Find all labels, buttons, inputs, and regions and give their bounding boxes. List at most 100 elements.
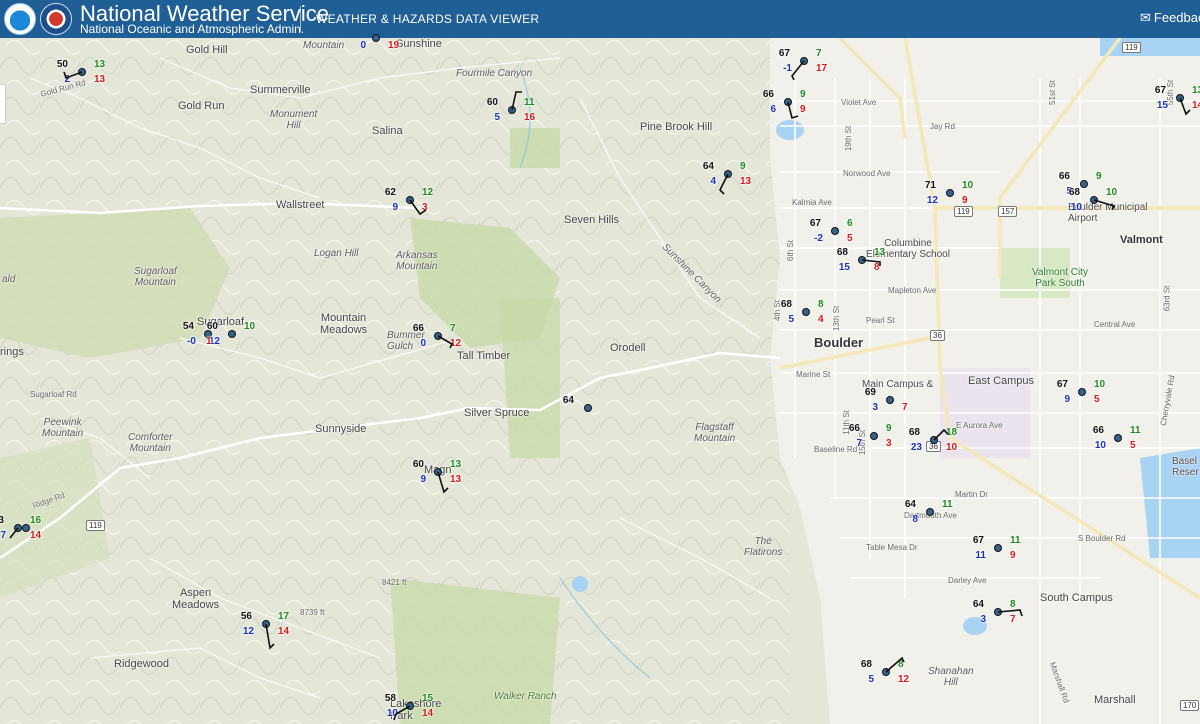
station-wind-speed: 17 <box>816 63 828 74</box>
station-dewpoint: 0 <box>360 40 366 51</box>
station-dewpoint: 5 <box>868 674 874 685</box>
feedback-label: Feedbac <box>1153 10 1200 25</box>
station-dewpoint: 23 <box>910 442 922 453</box>
road-19th-st: 19th St <box>844 125 854 152</box>
nws-logo[interactable] <box>40 3 72 35</box>
route-shield-119: 119 <box>1122 42 1141 53</box>
station-temperature: 68 <box>780 299 792 310</box>
station-temperature: 69 <box>864 387 876 398</box>
road-norwood-ave: Norwood Ave <box>843 169 891 178</box>
station-dewpoint: 6 <box>770 104 776 115</box>
app-subtitle: National Oceanic and Atmospheric Admin. <box>80 22 305 36</box>
station-dewpoint: 10 <box>386 708 398 719</box>
road-51st-st: 51st St <box>1047 80 1057 105</box>
place-silver-spruce: Silver Spruce <box>464 407 530 419</box>
station-wind-speed: 13 <box>740 176 752 187</box>
map-canvas[interactable]: Gold Hill Gold Run Summerville Monument … <box>0 34 1200 724</box>
station-dewpoint: 8 <box>912 514 918 525</box>
place-mountain-meadows: Mountain Meadows <box>320 312 368 336</box>
station-wind-speed: 14 <box>1192 100 1200 111</box>
station-temperature: 66 <box>1058 171 1070 182</box>
station-dot <box>406 196 414 204</box>
station-gust: 8 <box>818 299 824 310</box>
station-gust: 10 <box>244 321 256 332</box>
road-6th-st: 6th St <box>785 240 795 261</box>
station-wind-speed: 9 <box>800 104 806 115</box>
station-dot <box>1176 94 1184 102</box>
station-dot <box>724 170 732 178</box>
viewer-name: WEATHER & HAZARDS DATA VIEWER <box>316 12 540 26</box>
station-temperature: 64 <box>972 599 984 610</box>
road-e-aurora-ave: E Aurora Ave <box>956 421 1003 430</box>
road-sugarloaf-rd: Sugarloaf Rd <box>30 390 77 399</box>
station-gust: 10 <box>1106 187 1118 198</box>
place-east-campus: East Campus <box>968 375 1035 387</box>
station-dot <box>372 34 380 42</box>
station-gust: 9 <box>740 161 746 172</box>
place-sugarloaf: Sugarloaf <box>197 316 245 328</box>
station-dewpoint: 3 <box>872 402 878 413</box>
place-gold-hill: Gold Hill <box>186 44 228 56</box>
station-dewpoint: 7 <box>0 530 6 541</box>
station-wind-speed: 19 <box>388 40 400 51</box>
station-wind-speed: 7 <box>1010 614 1016 625</box>
place-flagstaff-mountain: Flagstaff Mountain <box>694 422 736 444</box>
road-marine-st: Marine St <box>796 370 831 379</box>
place-marshall: Marshall <box>1094 694 1136 706</box>
station-temperature: 67 <box>778 48 790 59</box>
place-salina: Salina <box>372 125 403 137</box>
station-wind-speed: 12 <box>898 674 910 685</box>
place-peewink-mountain: Peewink Mountain <box>42 417 84 439</box>
station-wind-speed: 3 <box>886 438 892 449</box>
road-63rd-st: 63rd St <box>1162 285 1172 312</box>
station-dot <box>508 106 516 114</box>
station-gust: 10 <box>1094 379 1106 390</box>
station-dot <box>994 544 1002 552</box>
station-dewpoint: 0 <box>420 338 426 349</box>
road-s-boulder-rd: S Boulder Rd <box>1078 534 1126 543</box>
route-shield-157: 157 <box>998 206 1018 217</box>
station-temperature: 50 <box>56 59 68 70</box>
place-valmont-city-park: Valmont City Park South <box>1032 267 1088 289</box>
station-dewpoint: 10 <box>1094 440 1106 451</box>
station-gust: 18 <box>946 427 958 438</box>
station-dot <box>406 702 414 710</box>
station-gust: 12 <box>422 187 434 198</box>
station-wind-speed: 8 <box>874 262 880 273</box>
station-dot <box>14 524 22 532</box>
station-dewpoint: 11 <box>975 550 986 561</box>
station-dewpoint: 15 <box>838 262 850 273</box>
place-gold-run: Gold Run <box>178 100 225 112</box>
station-wind-speed: 3 <box>422 202 428 213</box>
station-gust: 13 <box>94 59 106 70</box>
place-sugarloaf-mountain: Sugarloaf Mountain <box>134 266 177 288</box>
station-dot <box>886 396 894 404</box>
station-temperature: 60 <box>486 97 498 108</box>
station-dot <box>228 330 236 338</box>
feedback-link[interactable]: ✉ Feedbac <box>1140 10 1200 26</box>
station-dewpoint: 5 <box>494 112 500 123</box>
station-temperature: 56 <box>240 611 252 622</box>
road-baseline-rd: Baseline Rd <box>814 445 858 454</box>
station-dot <box>882 668 890 676</box>
station-gust: 9 <box>886 423 892 434</box>
station-gust: 11 <box>524 97 535 108</box>
station-wind-speed: 10 <box>946 442 958 453</box>
station-dot <box>784 98 792 106</box>
station-dot <box>1114 434 1122 442</box>
station-wind-speed: 5 <box>1130 440 1136 451</box>
station-gust: 8 <box>898 659 904 670</box>
station-wind-speed: 14 <box>278 626 290 637</box>
station-dewpoint: 9 <box>1064 394 1070 405</box>
map-panel-toggle[interactable] <box>0 84 6 124</box>
station-dewpoint: 2 <box>64 74 70 85</box>
noaa-logo[interactable] <box>4 3 36 35</box>
station-wind-speed: 4 <box>818 314 824 325</box>
station-temperature: 67 <box>1154 85 1166 96</box>
route-shield-36: 36 <box>930 330 945 341</box>
station-temperature: 66 <box>762 89 774 100</box>
station-dot <box>1090 196 1098 204</box>
station-temperature: 68 <box>836 247 848 258</box>
station-wind-speed: 16 <box>524 112 536 123</box>
place-walker-ranch: Walker Ranch <box>494 691 557 702</box>
